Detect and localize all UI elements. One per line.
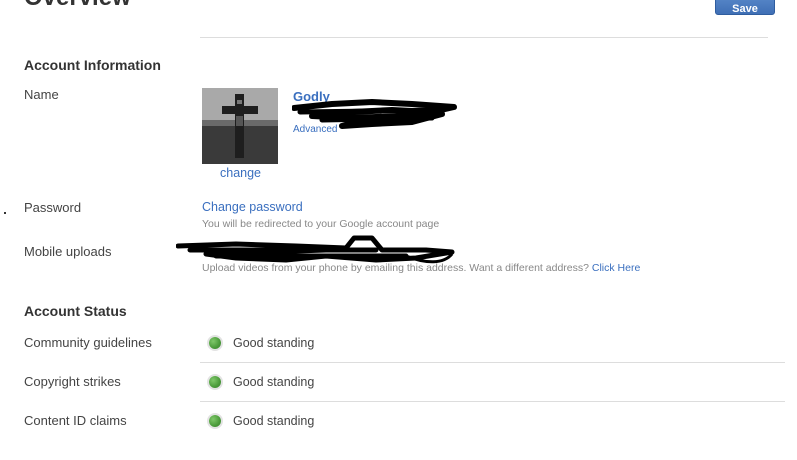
click-here-link[interactable]: Click Here — [592, 262, 640, 274]
content-id-claims-label: Content ID claims — [24, 413, 127, 428]
green-status-icon — [209, 415, 221, 427]
copyright-strikes-status: Good standing — [233, 375, 315, 389]
account-status-heading: Account Status — [24, 303, 127, 319]
green-status-icon — [209, 337, 221, 349]
community-guidelines-status: Good standing — [233, 336, 315, 350]
community-guidelines-label: Community guidelines — [24, 335, 152, 350]
account-information-heading: Account Information — [24, 57, 161, 73]
row-divider — [200, 401, 785, 402]
name-label: Name — [24, 87, 59, 102]
password-label: Password — [24, 200, 82, 215]
save-button[interactable]: Save — [715, 0, 775, 15]
change-password-link[interactable]: Change password — [202, 200, 303, 214]
avatar[interactable] — [202, 88, 278, 164]
copyright-strikes-label: Copyright strikes — [24, 374, 121, 389]
redaction-scribble — [176, 235, 455, 264]
redaction-scribble — [292, 99, 457, 129]
mobile-uploads-label: Mobile uploads — [24, 244, 112, 259]
avatar-cross-image — [202, 88, 278, 164]
content-id-claims-status: Good standing — [233, 414, 315, 428]
change-photo-link[interactable]: change — [220, 166, 261, 180]
stray-mark — [4, 212, 6, 214]
row-divider — [200, 362, 785, 363]
header-divider — [200, 37, 768, 38]
page-title: Overview — [24, 0, 131, 12]
password-hint: You will be redirected to your Google ac… — [202, 218, 440, 230]
green-status-icon — [209, 376, 221, 388]
